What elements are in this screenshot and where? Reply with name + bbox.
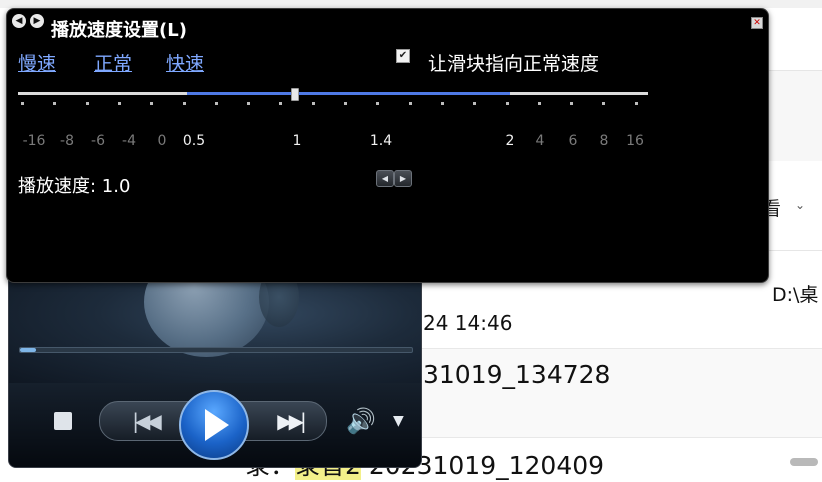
slider-tick-label: 1.4 [369,133,393,149]
next-track-button[interactable]: ▶▶| [259,407,321,435]
slow-speed-link[interactable]: 慢速 [18,49,56,76]
slider-tick [214,102,218,105]
slider-tick [85,102,89,105]
close-icon[interactable]: ✕ [751,17,763,29]
seek-bar-fill [20,348,36,352]
slider-tick-label: 4 [535,133,545,149]
slider-tick-label: -16 [22,133,46,149]
player-controls: |◀◀ ▶▶| 🔊 ▼ [9,383,421,467]
snap-to-normal-checkbox[interactable]: ✔ [396,49,410,63]
slider-tick [408,102,412,105]
slider-tick [376,102,380,105]
speed-step-up-button[interactable]: ▶ [394,170,412,187]
slider-tick-label: -6 [91,133,105,149]
slider-tick-label: -8 [60,133,74,149]
previous-track-button[interactable]: |◀◀ [114,407,176,435]
slider-tick [311,102,315,105]
speed-step-down-button[interactable]: ◀ [376,170,394,187]
slider-tick [21,102,24,105]
dialog-title: 播放速度设置(L) [51,20,187,41]
slider-tick [473,102,477,105]
file-path-text: D:\桌 [772,284,819,306]
current-speed-label: 播放速度: 1.0 [18,172,130,198]
slider-tick [117,102,121,105]
slider-tick [634,102,638,105]
slider-tick [344,102,347,105]
slider-tick-label: 0.5 [182,133,206,149]
background-title-strip [0,0,822,8]
speed-prefix: 播放速度: [18,176,102,197]
snap-to-normal-label[interactable]: 让滑块指向正常速度 [428,49,599,76]
media-player-window: |◀◀ ▶▶| 🔊 ▼ [8,266,422,468]
stop-button[interactable] [54,412,72,430]
speed-slider-range [187,92,510,95]
slider-tick [279,102,283,105]
speed-slider-thumb[interactable] [291,88,299,101]
slider-tick-label: -4 [122,133,136,149]
file-date-text: 24 14:46 [423,311,513,335]
speed-value: 1.0 [101,176,131,197]
nav-back-icon[interactable]: ◀ [12,14,26,28]
slider-tick [53,102,57,105]
slider-tick [570,102,574,105]
play-button[interactable] [179,390,249,460]
slider-tick-label: 1 [292,133,302,149]
playback-speed-dialog: ◀ ▶ 播放速度设置(L) ✕ 慢速 正常 快速 ✔ 让滑块指向正常速度 -16… [6,8,769,283]
seek-bar[interactable] [19,347,413,353]
fast-speed-link[interactable]: 快速 [166,49,204,76]
slider-tick [602,102,606,105]
slider-tick-label: 16 [626,133,644,149]
view-menu-chevron-icon[interactable]: ⌄ [795,198,805,212]
slider-tick [505,102,509,105]
slider-tick-label: 2 [505,133,515,149]
player-menu-chevron-icon[interactable]: ▼ [393,413,404,429]
slider-tick [247,102,251,105]
file-name-text[interactable]: 31019_134728 [423,360,610,389]
slider-tick [150,102,154,105]
normal-speed-link[interactable]: 正常 [94,49,132,76]
video-area [9,267,421,383]
slider-tick-label: 6 [568,133,578,149]
slider-tick [182,102,186,105]
horizontal-scrollbar-thumb[interactable] [790,458,818,466]
slider-tick [440,102,444,105]
slider-tick-label: 0 [157,133,167,149]
slider-tick-label: 8 [599,133,609,149]
nav-forward-icon[interactable]: ▶ [30,14,44,28]
slider-tick [537,102,541,105]
volume-icon[interactable]: 🔊 [346,407,376,435]
speed-slider-track[interactable] [18,92,648,95]
